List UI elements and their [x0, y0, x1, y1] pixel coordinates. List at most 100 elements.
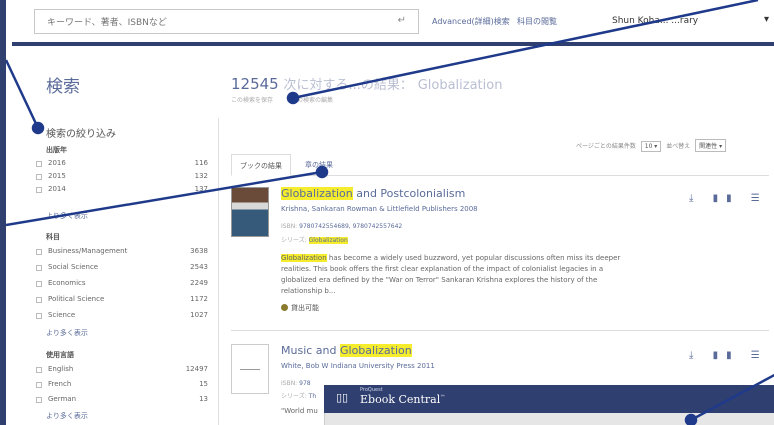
isbn-line: ISBN: 978: [281, 380, 311, 387]
facet-item[interactable]: Economics 2249: [36, 279, 208, 290]
show-more-link[interactable]: より多く表示: [46, 211, 88, 221]
facet-count: 13: [199, 395, 208, 403]
ebook-central-logo: Ebook Central™: [360, 393, 445, 406]
facet-heading-year: 出版年: [46, 146, 67, 154]
chevron-down-icon[interactable]: ▾: [764, 14, 769, 25]
series-label: シリーズ:: [281, 237, 307, 244]
availability-dot-icon: [281, 304, 288, 311]
checkbox[interactable]: [36, 281, 42, 287]
checkbox[interactable]: [36, 161, 42, 167]
series-value[interactable]: Th: [309, 393, 316, 400]
sort-select[interactable]: 関連性 ▾: [695, 139, 727, 152]
results-count-heading: 12545 次に対する...の結果： Globalization: [231, 74, 502, 93]
checkbox[interactable]: [36, 313, 42, 319]
facet-item[interactable]: Political Science 1172: [36, 295, 208, 306]
tab-chapter-results[interactable]: 章の結果: [297, 154, 341, 176]
facet-heading-language: 使用言語: [46, 351, 74, 359]
result-controls: ページごとの結果件数 10 ▾ 並べ替え 関連性 ▾: [576, 139, 729, 152]
sort-value: 関連性: [699, 143, 718, 150]
facet-label: French: [48, 380, 72, 388]
facet-count: 3638: [190, 247, 208, 255]
series-value[interactable]: Globalization: [308, 237, 348, 244]
checkbox[interactable]: [36, 382, 42, 388]
app-frame: ↵ Advanced(詳細)検索 科目の閲覧 Shun Koha... ...r…: [0, 0, 774, 425]
enter-icon[interactable]: ↵: [398, 15, 406, 26]
checkbox[interactable]: [36, 297, 42, 303]
show-more-link[interactable]: より多く表示: [46, 411, 88, 421]
facet-count: 15: [199, 380, 208, 388]
book-cover[interactable]: [231, 187, 269, 237]
facet-count: 1172: [190, 295, 208, 303]
desc-text: has become a widely used buzzword, yet p…: [281, 254, 621, 295]
action-icons[interactable]: ⤓ ▮▮ ☰ ▙: [689, 350, 774, 361]
browse-subjects-link[interactable]: 科目の閲覧: [517, 16, 557, 27]
facet-item[interactable]: Business/Management 3638: [36, 247, 208, 258]
isbn-line: ISBN: 9780742554689, 9780742557642: [281, 223, 402, 230]
facet-item[interactable]: Social Science 2543: [36, 263, 208, 274]
series-label: シリーズ:: [281, 393, 307, 400]
show-more-link[interactable]: より多く表示: [46, 328, 88, 338]
per-page-select[interactable]: 10 ▾: [640, 141, 662, 152]
search-input[interactable]: [35, 11, 375, 35]
desc-highlight: Globalization: [281, 254, 327, 262]
title-highlight: Globalization: [340, 344, 412, 357]
facet-label: 2014: [48, 185, 66, 193]
availability-label: 貸出可能: [291, 304, 319, 312]
facet-label: Science: [48, 311, 76, 319]
book-authors[interactable]: Krishna, Sankaran Rowman & Littlefield P…: [281, 205, 478, 213]
facet-heading-subject: 科目: [46, 233, 60, 241]
isbn-label: ISBN:: [281, 380, 298, 387]
results-query: Globalization: [417, 78, 503, 93]
save-search-links[interactable]: この検索を保存 の検索の編集: [231, 95, 333, 104]
column-divider: [218, 118, 219, 425]
checkbox[interactable]: [36, 397, 42, 403]
facet-item[interactable]: Science 1027: [36, 311, 208, 322]
checkbox[interactable]: [36, 367, 42, 373]
book-title[interactable]: Music and Globalization: [281, 344, 412, 357]
item-divider: [231, 330, 769, 331]
action-icons[interactable]: ⤓ ▮▮ ☰ ▙: [689, 193, 774, 204]
checkbox[interactable]: [36, 174, 42, 180]
facet-item[interactable]: 2014 137: [36, 185, 208, 196]
user-menu[interactable]: Shun Koha... ...rary: [612, 16, 698, 26]
trademark: ™: [440, 394, 446, 401]
book-authors[interactable]: White, Bob W Indiana University Press 20…: [281, 362, 435, 370]
facet-item[interactable]: French 15: [36, 380, 208, 391]
facet-label: German: [48, 395, 77, 403]
checkbox[interactable]: [36, 187, 42, 193]
facet-count: 116: [194, 159, 208, 167]
book-cover[interactable]: [231, 344, 269, 394]
facet-count: 12497: [185, 365, 208, 373]
ebook-central-overlay: ▯▯ ProQuest Ebook Central™: [324, 385, 774, 413]
facet-label: 2016: [48, 159, 66, 167]
advanced-search-link[interactable]: Advanced(詳細)検索: [432, 16, 510, 27]
facet-label: Social Science: [48, 263, 99, 271]
refine-title: 検索の絞り込み: [46, 129, 116, 140]
per-page-label: ページごとの結果件数: [576, 143, 636, 150]
overlay-body: [324, 413, 774, 425]
facet-count: 1027: [190, 311, 208, 319]
brand-name: Ebook Central: [360, 393, 441, 406]
book-title[interactable]: Globalization and Postcolonialism: [281, 187, 465, 200]
facet-item[interactable]: 2015 132: [36, 172, 208, 183]
title-rest: and Postcolonialism: [352, 187, 466, 200]
tab-book-results[interactable]: ブックの結果: [231, 154, 291, 176]
search-box: ↵: [34, 9, 419, 35]
facet-item[interactable]: German 13: [36, 395, 208, 406]
isbn-label: ISBN:: [281, 223, 298, 230]
title-plain: Music and: [281, 344, 340, 357]
result-item: Globalization and Postcolonialism Krishn…: [231, 187, 774, 327]
facet-item[interactable]: English 12497: [36, 365, 208, 376]
checkbox[interactable]: [36, 265, 42, 271]
facet-label: Business/Management: [48, 247, 128, 255]
series-line: シリーズ: Globalization: [281, 235, 348, 244]
facet-item[interactable]: 2016 116: [36, 159, 208, 170]
book-description: Globalization has become a widely used b…: [281, 253, 626, 297]
facet-count: 2543: [190, 263, 208, 271]
facet-label: Political Science: [48, 295, 105, 303]
facet-label: Economics: [48, 279, 86, 287]
isbn-value: 978: [299, 380, 311, 387]
checkbox[interactable]: [36, 249, 42, 255]
sort-label: 並べ替え: [666, 143, 691, 150]
series-line: シリーズ: Th: [281, 391, 316, 400]
